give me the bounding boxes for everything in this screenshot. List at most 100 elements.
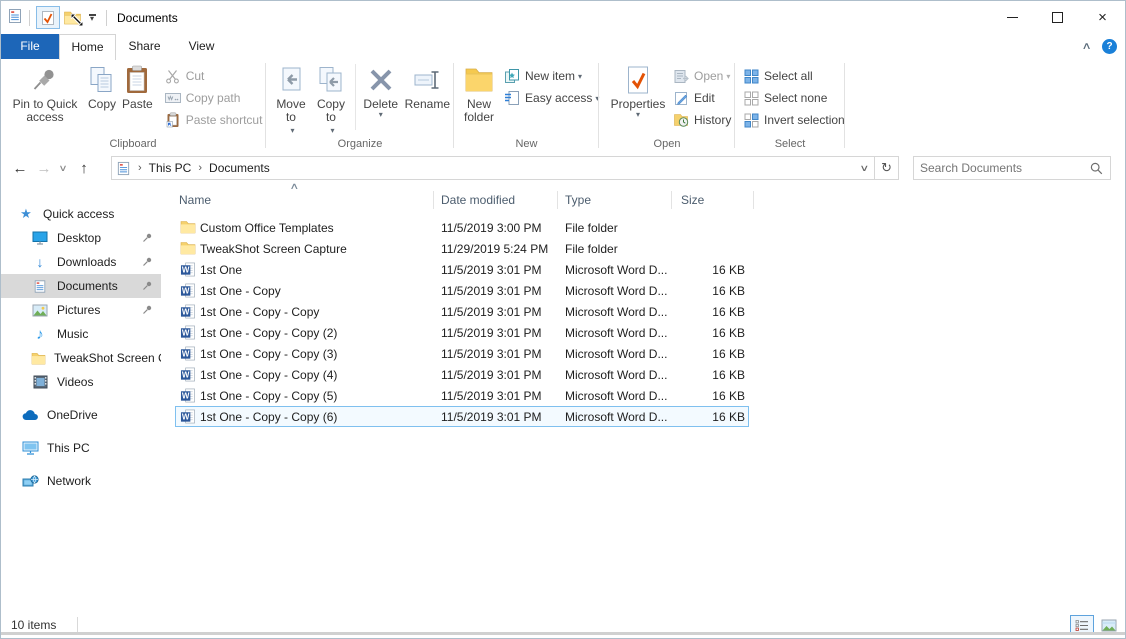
column-header-date-modified[interactable]: Date modified bbox=[441, 193, 515, 207]
open-button[interactable]: Open ▾ bbox=[672, 65, 731, 87]
breadcrumb-item-documents[interactable]: Documents bbox=[209, 161, 270, 175]
invert-selection-button[interactable]: Invert selection bbox=[742, 109, 845, 131]
status-bar: 10 items bbox=[1, 614, 1125, 638]
move-to-button[interactable]: Move to▾ bbox=[271, 62, 311, 137]
ribbon: Pin to Quick access Copy Paste bbox=[1, 59, 1125, 154]
column-headers: ∧ Name Date modified Type Size bbox=[161, 183, 1125, 213]
pin-to-quick-access-button[interactable]: Pin to Quick access bbox=[5, 62, 85, 124]
edit-button[interactable]: Edit bbox=[672, 87, 731, 109]
downloads-arrow-icon: ↓ bbox=[31, 254, 49, 270]
sidebar-item-pictures[interactable]: Pictures bbox=[1, 298, 161, 322]
properties-button[interactable]: Properties ▾ bbox=[608, 62, 668, 119]
file-row-selected[interactable]: W 1st One - Copy - Copy (6) 11/5/2019 3:… bbox=[175, 406, 749, 427]
breadcrumb: › This PC › Documents bbox=[112, 161, 270, 176]
history-button[interactable]: History bbox=[672, 109, 731, 131]
file-row[interactable]: Custom Office Templates 11/5/2019 3:00 P… bbox=[175, 217, 749, 238]
up-button[interactable]: ↑ bbox=[73, 156, 95, 180]
recent-locations-chevron[interactable]: ∨ bbox=[53, 156, 73, 180]
rename-label: Rename bbox=[405, 98, 450, 111]
file-type: Microsoft Word D... bbox=[565, 284, 667, 298]
copy-path-button[interactable]: Copy path bbox=[164, 87, 263, 109]
sidebar-item-this-pc[interactable]: This PC bbox=[1, 436, 161, 460]
tab-home[interactable]: Home bbox=[59, 34, 116, 60]
sidebar-item-tweakshot-folder[interactable]: TweakShot Screen C bbox=[1, 346, 161, 370]
paste-shortcut-button[interactable]: Paste shortcut bbox=[164, 109, 263, 131]
address-history-chevron[interactable]: ∨ bbox=[848, 163, 879, 174]
file-row[interactable]: W 1st One - Copy - Copy 11/5/2019 3:01 P… bbox=[175, 301, 749, 322]
sidebar-item-downloads[interactable]: ↓ Downloads bbox=[1, 250, 161, 274]
minimize-button[interactable] bbox=[990, 1, 1035, 33]
group-separator bbox=[844, 63, 845, 148]
column-header-name[interactable]: Name bbox=[179, 193, 211, 207]
sidebar-item-quick-access[interactable]: ★ Quick access bbox=[1, 202, 161, 226]
group-separator bbox=[265, 63, 266, 148]
pushpin-icon bbox=[31, 62, 59, 98]
file-row[interactable]: W 1st One - Copy - Copy (4) 11/5/2019 3:… bbox=[175, 364, 749, 385]
tab-file[interactable]: File bbox=[1, 34, 59, 59]
column-divider[interactable] bbox=[433, 191, 434, 209]
qat-new-folder-button[interactable] bbox=[60, 6, 84, 29]
file-row[interactable]: TweakShot Screen Capture 11/29/2019 5:24… bbox=[175, 238, 749, 259]
column-header-type[interactable]: Type bbox=[565, 193, 591, 207]
sidebar-item-label: Music bbox=[57, 327, 88, 341]
qat-customize-button[interactable]: ▾ bbox=[84, 6, 100, 29]
new-folder-label: New folder bbox=[464, 98, 494, 124]
collapse-ribbon-button[interactable]: ∧ bbox=[1081, 41, 1091, 52]
file-row[interactable]: W 1st One - Copy - Copy (3) 11/5/2019 3:… bbox=[175, 343, 749, 364]
close-button[interactable]: × bbox=[1080, 1, 1125, 33]
svg-text:W: W bbox=[182, 329, 190, 338]
select-all-button[interactable]: Select all bbox=[742, 65, 845, 87]
sidebar-item-documents[interactable]: Documents bbox=[1, 274, 161, 298]
search-input[interactable] bbox=[914, 161, 1083, 175]
copy-path-label: Copy path bbox=[186, 91, 241, 105]
new-item-button[interactable]: New item ▾ bbox=[503, 65, 599, 87]
sidebar-item-desktop[interactable]: Desktop bbox=[1, 226, 161, 250]
forward-button[interactable]: → bbox=[33, 156, 55, 180]
help-button[interactable]: ? bbox=[1102, 39, 1117, 54]
easy-access-button[interactable]: Easy access ▾ bbox=[503, 87, 599, 109]
sidebar-item-videos[interactable]: Videos bbox=[1, 370, 161, 394]
sidebar-item-network[interactable]: Network bbox=[1, 469, 161, 493]
file-row[interactable]: W 1st One 11/5/2019 3:01 PM Microsoft Wo… bbox=[175, 259, 749, 280]
column-divider[interactable] bbox=[753, 191, 754, 209]
sidebar-item-music[interactable]: ♪ Music bbox=[1, 322, 161, 346]
file-date: 11/5/2019 3:01 PM bbox=[441, 410, 542, 424]
word-document-icon: W bbox=[180, 388, 196, 406]
copy-to-button[interactable]: Copy to▾ bbox=[311, 62, 351, 137]
new-folder-button[interactable]: New folder bbox=[461, 62, 497, 124]
file-row[interactable]: W 1st One - Copy - Copy (5) 11/5/2019 3:… bbox=[175, 385, 749, 406]
address-bar[interactable]: › This PC › Documents ∨ ↻ bbox=[111, 156, 899, 180]
file-date: 11/5/2019 3:01 PM bbox=[441, 347, 542, 361]
delete-button[interactable]: Delete ▾ bbox=[360, 62, 402, 119]
sidebar-item-onedrive[interactable]: OneDrive bbox=[1, 403, 161, 427]
select-none-button[interactable]: Select none bbox=[742, 87, 845, 109]
new-item-icon bbox=[503, 68, 521, 84]
maximize-button[interactable] bbox=[1035, 1, 1080, 33]
tab-view[interactable]: View bbox=[173, 34, 230, 59]
dropdown-arrow-icon: ▾ bbox=[290, 124, 294, 137]
paste-button[interactable]: Paste bbox=[119, 62, 156, 111]
file-rows: Custom Office Templates 11/5/2019 3:00 P… bbox=[175, 217, 749, 427]
scissors-icon bbox=[164, 69, 182, 84]
file-date: 11/5/2019 3:01 PM bbox=[441, 368, 542, 382]
network-icon bbox=[21, 475, 39, 488]
cut-button[interactable]: Cut bbox=[164, 65, 263, 87]
file-row[interactable]: W 1st One - Copy 11/5/2019 3:01 PM Micro… bbox=[175, 280, 749, 301]
file-type: Microsoft Word D... bbox=[565, 368, 667, 382]
file-name: 1st One - Copy - Copy (5) bbox=[200, 389, 337, 403]
column-divider[interactable] bbox=[557, 191, 558, 209]
mouse-cursor-icon bbox=[70, 13, 84, 30]
file-row[interactable]: W 1st One - Copy - Copy (2) 11/5/2019 3:… bbox=[175, 322, 749, 343]
breadcrumb-item-this-pc[interactable]: This PC bbox=[149, 161, 192, 175]
qat-properties-button[interactable] bbox=[36, 6, 60, 29]
column-divider[interactable] bbox=[671, 191, 672, 209]
copy-button[interactable]: Copy bbox=[85, 62, 119, 111]
file-type: Microsoft Word D... bbox=[565, 347, 667, 361]
tab-share[interactable]: Share bbox=[116, 34, 173, 59]
paste-shortcut-icon bbox=[164, 112, 182, 128]
back-button[interactable]: ← bbox=[9, 156, 31, 180]
search-icon[interactable] bbox=[1083, 162, 1110, 175]
file-list-pane: ∧ Name Date modified Type Size Custom Of… bbox=[161, 183, 1125, 614]
rename-button[interactable]: Rename bbox=[402, 62, 453, 111]
column-header-size[interactable]: Size bbox=[681, 193, 704, 207]
